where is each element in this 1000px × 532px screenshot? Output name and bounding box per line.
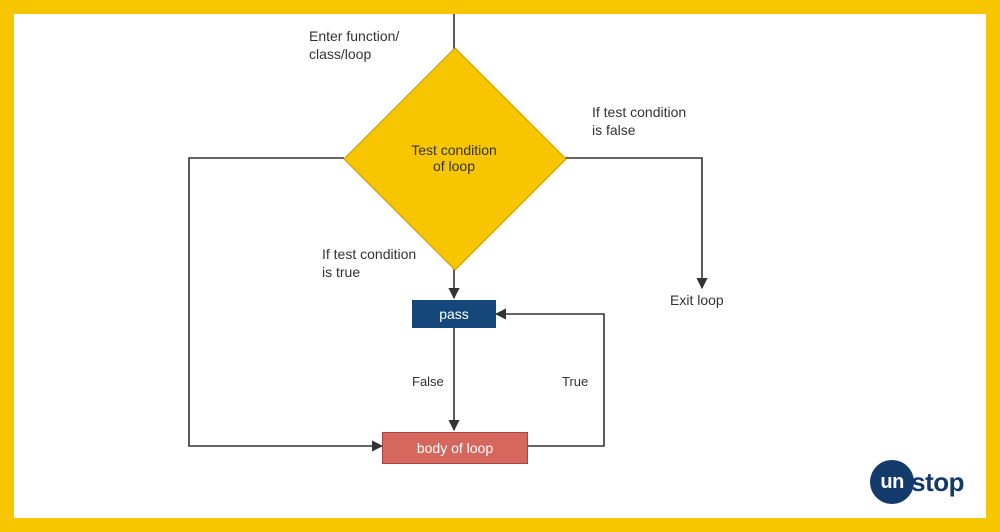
decision-line2: of loop [433, 158, 475, 174]
exit-label: Exit loop [670, 292, 724, 310]
true-label-text: True [562, 374, 588, 389]
cond-false-label: If test condition is false [592, 104, 686, 139]
cond-false-line2: is false [592, 122, 636, 138]
false-label: False [412, 374, 444, 390]
entry-label: Enter function/ class/loop [309, 28, 399, 63]
true-label: True [562, 374, 588, 390]
body-label: body of loop [417, 440, 493, 456]
cond-true-label: If test condition is true [322, 246, 416, 281]
cond-true-line2: is true [322, 264, 360, 280]
entry-label-line1: Enter function/ [309, 28, 399, 44]
pass-label: pass [439, 306, 469, 322]
logo-circle-text: un [880, 471, 903, 494]
decision-text: Test condition of loop [376, 80, 532, 236]
logo-circle: un [870, 460, 914, 504]
logo-tail-text: stop [911, 467, 964, 497]
brand-logo: un stop [870, 460, 964, 504]
pass-node: pass [412, 300, 496, 328]
logo-tail: stop [911, 467, 964, 498]
exit-label-text: Exit loop [670, 292, 724, 308]
decision-node: Test condition of loop [376, 80, 534, 238]
cond-true-line1: If test condition [322, 246, 416, 262]
body-node: body of loop [382, 432, 528, 464]
false-label-text: False [412, 374, 444, 389]
decision-line1: Test condition [411, 142, 497, 158]
entry-label-line2: class/loop [309, 46, 371, 62]
cond-false-line1: If test condition [592, 104, 686, 120]
diagram-frame: { "flow": { "entry_label_line1": "Enter … [0, 0, 1000, 532]
